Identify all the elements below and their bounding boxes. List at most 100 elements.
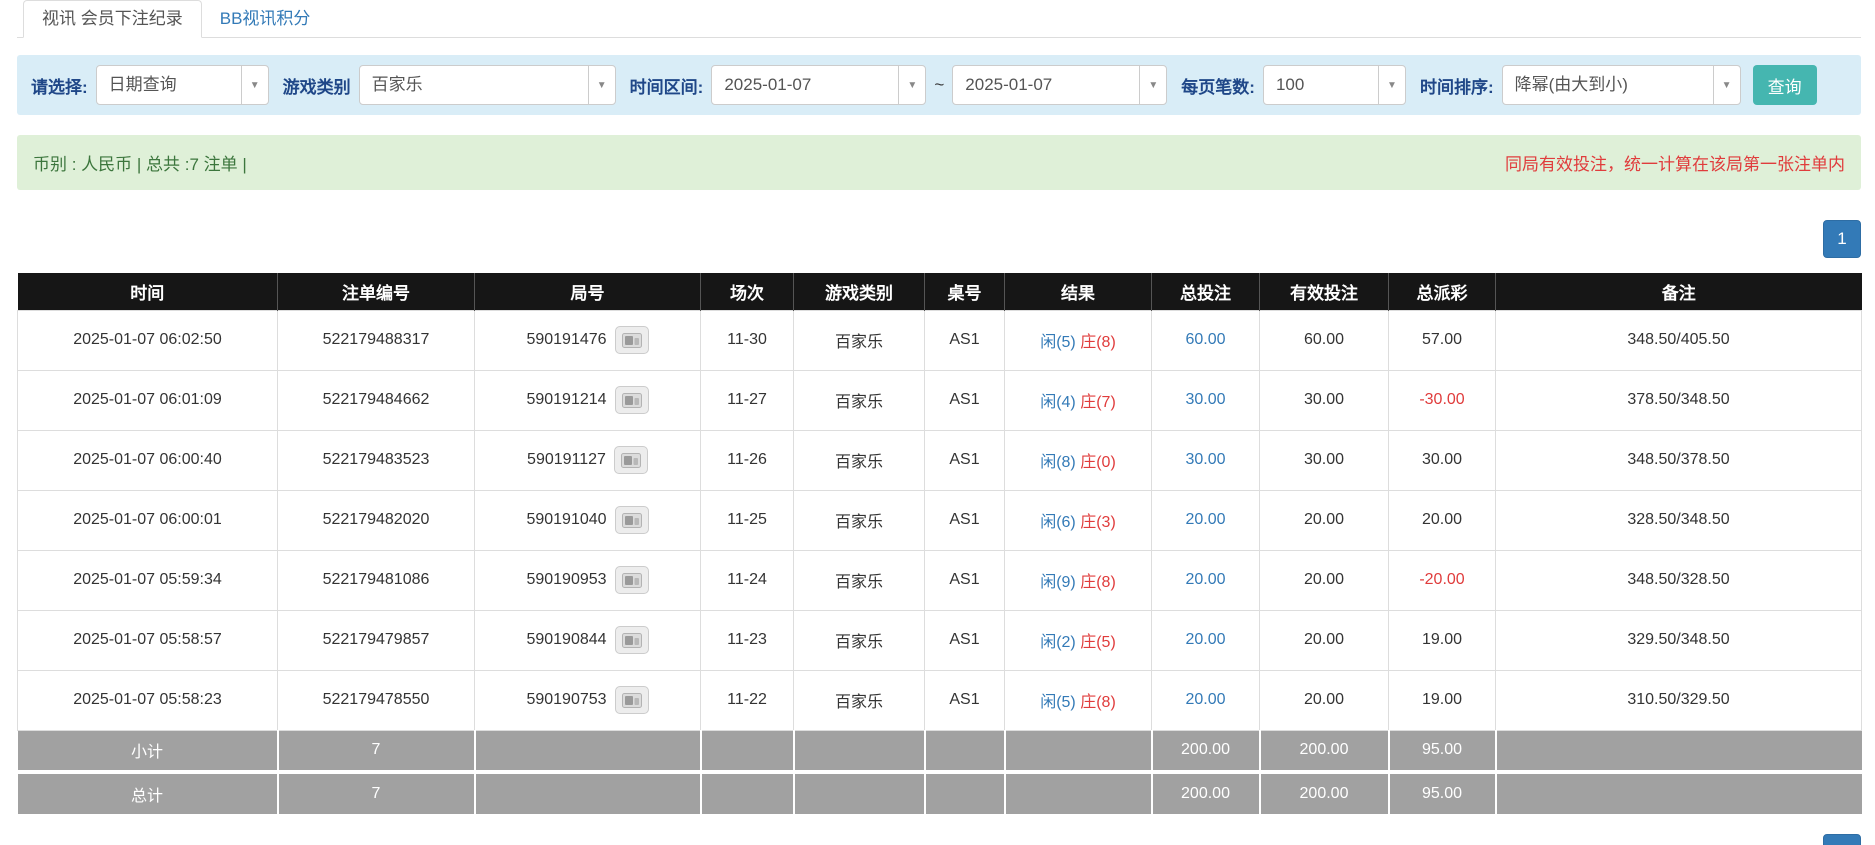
tab-bar: 视讯 会员下注纪录 BB视讯积分 <box>17 0 1861 38</box>
cell-time: 2025-01-07 06:01:09 <box>18 370 278 430</box>
note-text: 同局有效投注，统一计算在该局第一张注单内 <box>1505 150 1845 175</box>
cell-payout: 57.00 <box>1389 310 1496 370</box>
round-number: 590191127 <box>527 451 606 468</box>
total-row-count: 7 <box>278 772 475 814</box>
result-player: 闲(6) <box>1040 514 1076 531</box>
sort-order-label: 时间排序: <box>1420 73 1494 98</box>
table-row: 2025-01-07 05:58:23522179478550590190753… <box>18 670 1862 730</box>
pagination-top: 1 <box>17 220 1861 258</box>
tab-label: BB视讯积分 <box>220 9 311 28</box>
cell-table-no: AS1 <box>925 550 1005 610</box>
cell-bet-id: 522179478550 <box>278 670 475 730</box>
replay-icon <box>622 333 642 348</box>
round-replay-button[interactable] <box>615 506 649 534</box>
round-replay-button[interactable] <box>615 386 649 414</box>
cell-round: 590191040 <box>475 490 701 550</box>
query-mode-select[interactable]: 日期查询 ▼ <box>96 65 269 105</box>
cell-time: 2025-01-07 06:02:50 <box>18 310 278 370</box>
table-row: 2025-01-07 06:01:09522179484662590191214… <box>18 370 1862 430</box>
total-row-label: 总计 <box>18 772 278 814</box>
cell-game-type: 百家乐 <box>794 430 925 490</box>
cell-session: 11-27 <box>701 370 794 430</box>
result-player: 闲(5) <box>1040 694 1076 711</box>
round-number: 590190844 <box>526 631 606 648</box>
cell-table-no: AS1 <box>925 370 1005 430</box>
page-button-1[interactable]: 1 <box>1823 834 1861 845</box>
cell-total-bet: 30.00 <box>1152 370 1260 430</box>
tab-member-bet-records[interactable]: 视讯 会员下注纪录 <box>23 0 202 38</box>
cell-session: 11-25 <box>701 490 794 550</box>
total-bet-link[interactable]: 30.00 <box>1185 391 1225 408</box>
round-replay-button[interactable] <box>615 686 649 714</box>
cell-total-bet: 30.00 <box>1152 430 1260 490</box>
column-header: 游戏类别 <box>794 273 925 310</box>
table-row: 2025-01-07 05:58:57522179479857590190844… <box>18 610 1862 670</box>
cell-bet-id: 522179481086 <box>278 550 475 610</box>
cell-result: 闲(5) 庄(8) <box>1005 310 1152 370</box>
cell-payout: 19.00 <box>1389 610 1496 670</box>
table-header-row: 时间注单编号局号场次游戏类别桌号结果总投注有效投注总派彩备注 <box>18 273 1862 310</box>
bet-records-table: 时间注单编号局号场次游戏类别桌号结果总投注有效投注总派彩备注 2025-01-0… <box>17 273 1862 814</box>
cell-round: 590190953 <box>475 550 701 610</box>
round-replay-button[interactable] <box>614 446 648 474</box>
total-row-payout: 95.00 <box>1389 772 1496 814</box>
empty-cell <box>1005 772 1152 814</box>
total-bet-link[interactable]: 60.00 <box>1185 331 1225 348</box>
total-bet-link[interactable]: 20.00 <box>1185 691 1225 708</box>
table-row: 2025-01-07 06:02:50522179488317590191476… <box>18 310 1862 370</box>
cell-total-bet: 20.00 <box>1152 550 1260 610</box>
currency-total-text: 币别 : 人民币 | 总共 :7 注单 | <box>33 150 247 175</box>
cell-table-no: AS1 <box>925 310 1005 370</box>
cell-bet-id: 522179483523 <box>278 430 475 490</box>
sort-order-value: 降幂(由大到小) <box>1503 66 1713 104</box>
replay-icon <box>622 633 642 648</box>
game-type-select[interactable]: 百家乐 ▼ <box>359 65 616 105</box>
date-to-select[interactable]: 2025-01-07 ▼ <box>952 65 1167 105</box>
round-replay-button[interactable] <box>615 626 649 654</box>
page-button-1[interactable]: 1 <box>1823 220 1861 258</box>
search-button[interactable]: 查询 <box>1753 65 1817 105</box>
page: { "tabs": [ {"label": "视讯 会员下注纪录", "acti… <box>0 0 1875 845</box>
page-size-select[interactable]: 100 ▼ <box>1263 65 1406 105</box>
cell-round: 590191127 <box>475 430 701 490</box>
result-player: 闲(5) <box>1040 334 1076 351</box>
empty-cell <box>701 772 794 814</box>
empty-cell <box>1496 772 1862 814</box>
cell-game-type: 百家乐 <box>794 490 925 550</box>
result-player: 闲(2) <box>1040 634 1076 651</box>
cell-bet-id: 522179488317 <box>278 310 475 370</box>
result-banker: 庄(5) <box>1080 634 1116 651</box>
total-bet-link[interactable]: 20.00 <box>1185 511 1225 528</box>
cell-total-bet: 60.00 <box>1152 310 1260 370</box>
cell-remark: 348.50/328.50 <box>1496 550 1862 610</box>
empty-cell <box>701 730 794 772</box>
cell-table-no: AS1 <box>925 490 1005 550</box>
result-banker: 庄(8) <box>1080 334 1116 351</box>
round-replay-button[interactable] <box>615 326 649 354</box>
result-banker: 庄(8) <box>1080 694 1116 711</box>
cell-remark: 378.50/348.50 <box>1496 370 1862 430</box>
cell-valid-bet: 20.00 <box>1260 550 1389 610</box>
round-replay-button[interactable] <box>615 566 649 594</box>
tab-bb-video-points[interactable]: BB视讯积分 <box>202 1 329 37</box>
query-mode-value: 日期查询 <box>97 66 241 104</box>
cell-valid-bet: 20.00 <box>1260 490 1389 550</box>
sort-order-select[interactable]: 降幂(由大到小) ▼ <box>1502 65 1741 105</box>
cell-remark: 328.50/348.50 <box>1496 490 1862 550</box>
cell-session: 11-24 <box>701 550 794 610</box>
cell-table-no: AS1 <box>925 610 1005 670</box>
cell-remark: 329.50/348.50 <box>1496 610 1862 670</box>
replay-icon <box>622 693 642 708</box>
cell-bet-id: 522179482020 <box>278 490 475 550</box>
round-number: 590190753 <box>526 691 606 708</box>
main-container: 视讯 会员下注纪录 BB视讯积分 请选择: 日期查询 ▼ 游戏类别 百家乐 ▼ … <box>0 0 1875 845</box>
total-bet-link[interactable]: 30.00 <box>1185 451 1225 468</box>
result-banker: 庄(0) <box>1080 454 1116 471</box>
summary-bar: 币别 : 人民币 | 总共 :7 注单 | 同局有效投注，统一计算在该局第一张注… <box>17 135 1861 190</box>
cell-payout: -20.00 <box>1389 550 1496 610</box>
total-bet-link[interactable]: 20.00 <box>1185 631 1225 648</box>
total-bet-link[interactable]: 20.00 <box>1185 571 1225 588</box>
date-from-select[interactable]: 2025-01-07 ▼ <box>711 65 926 105</box>
bet-table-body: 2025-01-07 06:02:50522179488317590191476… <box>18 310 1862 730</box>
empty-cell <box>475 730 701 772</box>
